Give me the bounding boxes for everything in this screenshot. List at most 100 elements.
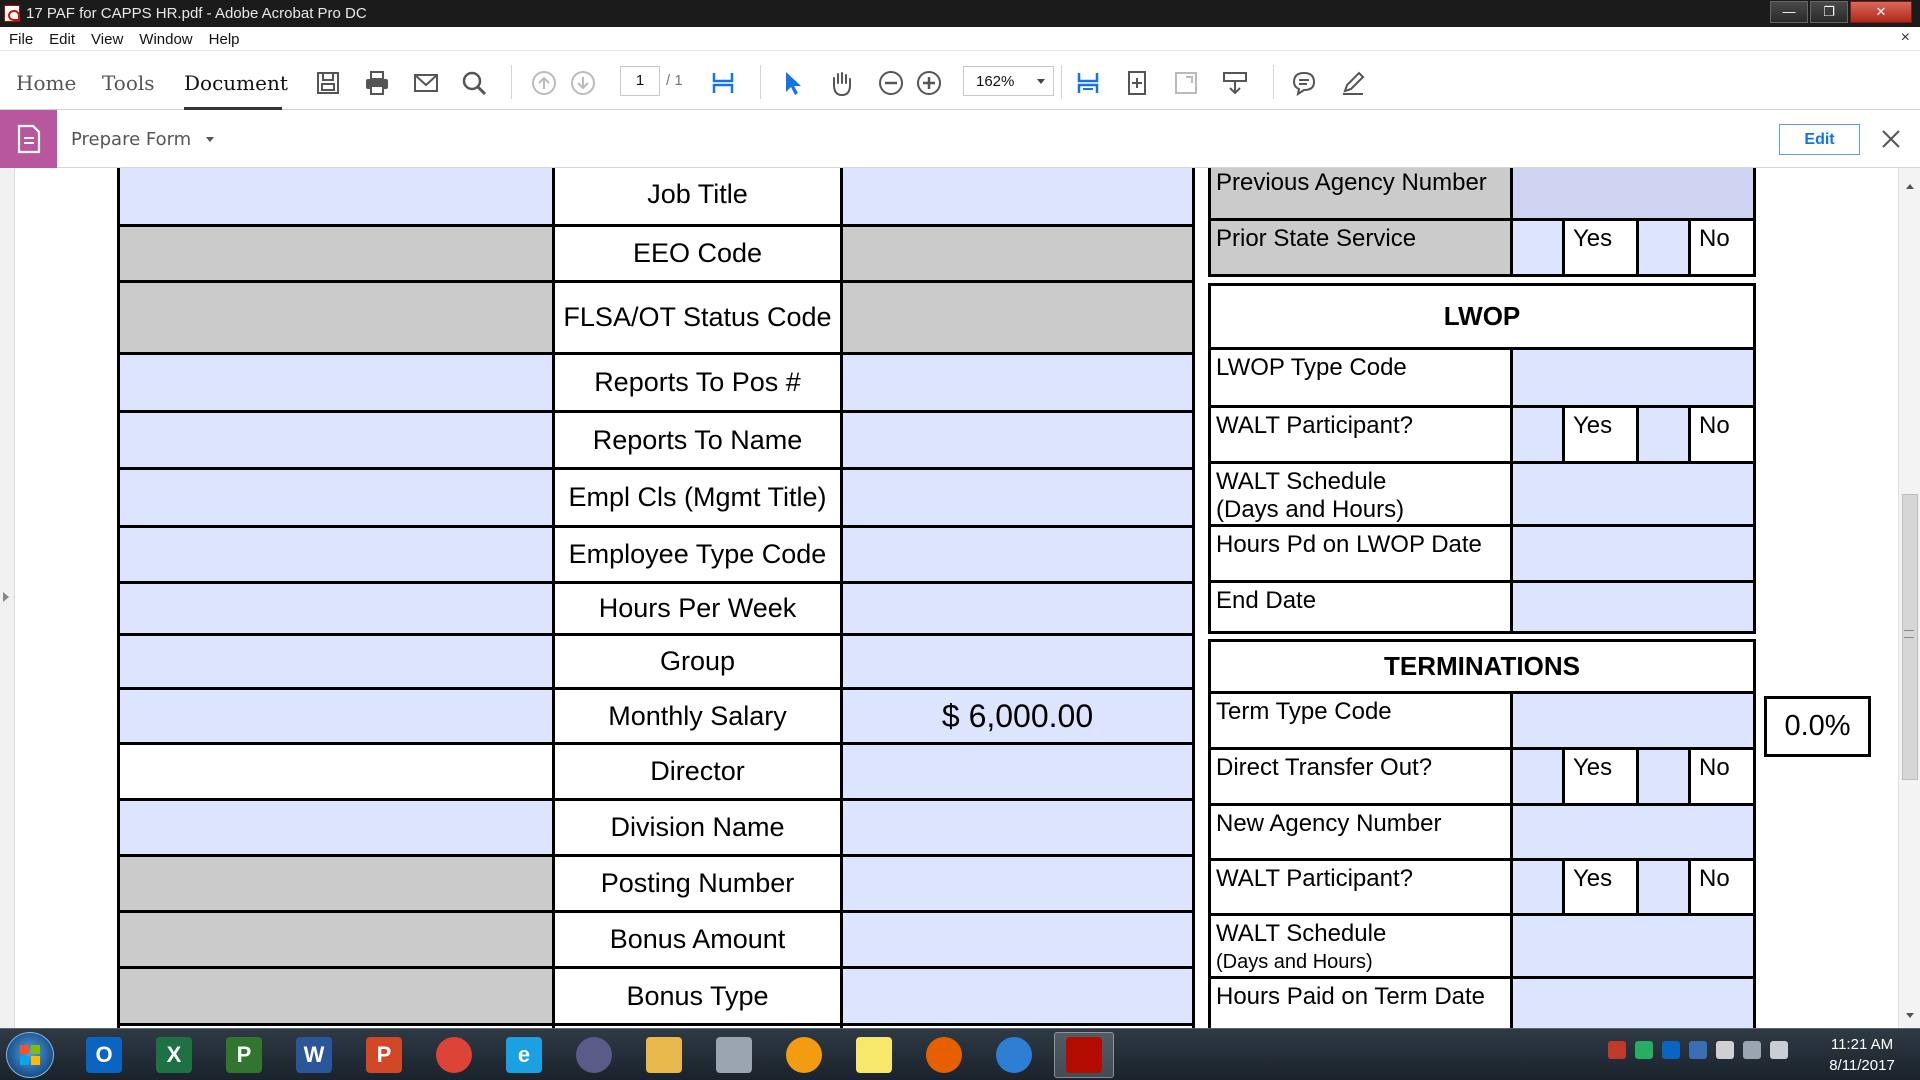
- previous-page-icon[interactable]: [529, 68, 559, 98]
- form-field[interactable]: [117, 467, 555, 528]
- read-mode-icon[interactable]: [1220, 68, 1250, 98]
- form-field[interactable]: [840, 581, 1195, 636]
- tab-document[interactable]: Document: [184, 71, 288, 95]
- taskbar-chrome-button[interactable]: [424, 1032, 484, 1078]
- minimize-button[interactable]: —: [1770, 1, 1808, 23]
- lwop-type-code-field[interactable]: [1510, 347, 1756, 408]
- network-app-icon[interactable]: [1635, 1041, 1653, 1059]
- form-field[interactable]: [117, 633, 555, 690]
- taskbar-firefox-button[interactable]: [914, 1032, 974, 1078]
- volume-icon[interactable]: [1770, 1041, 1788, 1059]
- save-icon[interactable]: [313, 68, 343, 98]
- close-tool-icon[interactable]: [1876, 124, 1906, 154]
- menu-edit[interactable]: Edit: [49, 31, 75, 48]
- walt-participant-yes-checkbox[interactable]: [1510, 405, 1565, 464]
- menu-help[interactable]: Help: [209, 31, 240, 48]
- form-field[interactable]: [117, 798, 555, 857]
- term-walt-schedule-field[interactable]: [1510, 913, 1756, 979]
- monthly-salary-field[interactable]: $ 6,000.00: [840, 687, 1195, 745]
- taskbar-app-orange-button[interactable]: [774, 1032, 834, 1078]
- taskbar-app-swirl-button[interactable]: [564, 1032, 624, 1078]
- close-window-button[interactable]: ✕: [1850, 1, 1912, 23]
- end-date-field[interactable]: [1510, 580, 1756, 634]
- document-view[interactable]: Job Title EEO Code FLSA/OT Status Code R…: [0, 168, 1920, 1028]
- taskbar-word-button[interactable]: W: [284, 1032, 344, 1078]
- outlook-tray-icon[interactable]: [1662, 1041, 1680, 1059]
- start-button[interactable]: [6, 1032, 54, 1078]
- email-icon[interactable]: [411, 68, 441, 98]
- menu-file[interactable]: File: [9, 31, 33, 48]
- bluetooth-icon[interactable]: [1689, 1041, 1707, 1059]
- form-field[interactable]: [840, 854, 1195, 913]
- taskbar-calculator-button[interactable]: [704, 1032, 764, 1078]
- tab-home[interactable]: Home: [16, 71, 76, 95]
- taskbar-file-explorer-button[interactable]: [634, 1032, 694, 1078]
- form-field[interactable]: [840, 352, 1195, 413]
- search-icon[interactable]: [459, 68, 489, 98]
- sign-pen-icon[interactable]: [1338, 68, 1368, 98]
- walt-schedule-field[interactable]: [1510, 461, 1756, 527]
- zoom-out-icon[interactable]: [876, 68, 906, 98]
- form-field[interactable]: [840, 742, 1195, 801]
- next-page-icon[interactable]: [568, 68, 598, 98]
- hours-paid-term-field[interactable]: [1510, 976, 1756, 1028]
- hours-pd-lwop-field[interactable]: [1510, 524, 1756, 583]
- rotate-page-icon[interactable]: [1122, 68, 1152, 98]
- form-field[interactable]: [840, 910, 1195, 969]
- form-field[interactable]: [840, 467, 1195, 528]
- form-field[interactable]: [840, 798, 1195, 857]
- term-walt-yes-checkbox[interactable]: [1510, 858, 1565, 916]
- menu-view[interactable]: View: [91, 31, 123, 48]
- system-clock[interactable]: 11:21 AM 8/11/2017: [1812, 1034, 1912, 1076]
- comment-icon[interactable]: [1289, 68, 1319, 98]
- taskbar-excel-button[interactable]: X: [144, 1032, 204, 1078]
- term-walt-no-checkbox[interactable]: [1636, 858, 1691, 916]
- fit-width-icon[interactable]: [1073, 68, 1103, 98]
- taskbar-outlook-button[interactable]: O: [74, 1032, 134, 1078]
- prior-state-service-yes-checkbox[interactable]: [1510, 218, 1565, 277]
- print-icon[interactable]: [362, 68, 392, 98]
- vertical-scrollbar[interactable]: [1898, 168, 1920, 1028]
- taskbar-powerpoint-button[interactable]: P: [354, 1032, 414, 1078]
- taskbar-internet-explorer-button[interactable]: e: [494, 1032, 554, 1078]
- full-screen-icon[interactable]: [1171, 68, 1201, 98]
- prior-state-service-no-checkbox[interactable]: [1636, 218, 1691, 277]
- form-field[interactable]: [840, 525, 1195, 584]
- walt-participant-no-checkbox[interactable]: [1636, 405, 1691, 464]
- chevron-down-icon[interactable]: [206, 137, 214, 142]
- scroll-up-icon[interactable]: [1906, 184, 1914, 189]
- taskbar-project-button[interactable]: P: [214, 1032, 274, 1078]
- form-field[interactable]: [840, 410, 1195, 470]
- tab-tools[interactable]: Tools: [102, 71, 155, 95]
- form-field[interactable]: [117, 168, 555, 227]
- previous-agency-number-field[interactable]: [1510, 168, 1756, 221]
- left-panel-toggle[interactable]: [0, 168, 15, 1028]
- term-type-code-field[interactable]: [1510, 691, 1756, 750]
- taskbar-app-blue-swirl-button[interactable]: [984, 1032, 1044, 1078]
- network-icon[interactable]: [1743, 1041, 1761, 1059]
- scroll-down-icon[interactable]: [1906, 1013, 1914, 1018]
- percent-field[interactable]: 0.0%: [1764, 696, 1871, 757]
- zoom-select[interactable]: 162%: [963, 66, 1054, 96]
- form-field[interactable]: [117, 742, 555, 801]
- page-number-input[interactable]: 1: [620, 66, 660, 96]
- fit-page-icon[interactable]: [708, 68, 738, 98]
- form-field[interactable]: [117, 525, 555, 584]
- close-document-button[interactable]: ×: [1901, 29, 1910, 47]
- form-field[interactable]: [840, 966, 1195, 1026]
- maximize-button[interactable]: ❐: [1810, 1, 1848, 23]
- taskbar-sticky-notes-button[interactable]: [844, 1032, 904, 1078]
- form-field[interactable]: [840, 633, 1195, 690]
- form-field[interactable]: [117, 410, 555, 470]
- form-field[interactable]: [117, 352, 555, 413]
- form-field[interactable]: [117, 687, 555, 745]
- taskbar-acrobat-button[interactable]: [1054, 1032, 1114, 1078]
- flag-icon[interactable]: [1716, 1041, 1734, 1059]
- prepare-form-menu[interactable]: Prepare Form: [71, 129, 191, 150]
- form-field[interactable]: [117, 581, 555, 636]
- hand-tool-icon[interactable]: [826, 68, 856, 98]
- direct-transfer-no-checkbox[interactable]: [1636, 747, 1691, 806]
- direct-transfer-yes-checkbox[interactable]: [1510, 747, 1565, 806]
- select-cursor-icon[interactable]: [777, 68, 807, 98]
- menu-window[interactable]: Window: [139, 31, 192, 48]
